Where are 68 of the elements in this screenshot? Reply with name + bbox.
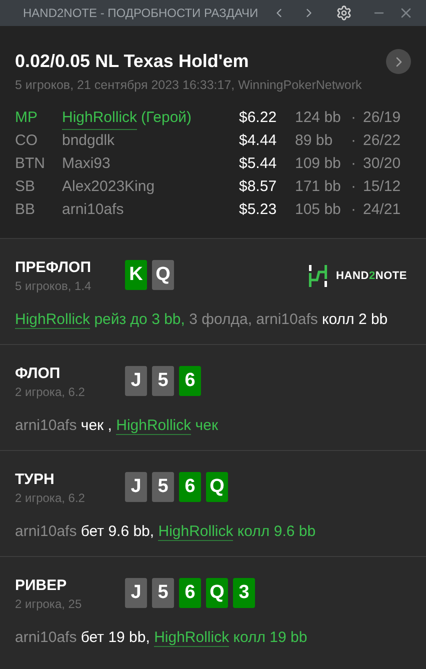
card: 3 [233, 578, 255, 608]
street-title: РИВЕР [15, 576, 68, 595]
street-title: ПРЕФЛОП [15, 258, 92, 277]
street-info: 5 игроков, 1.4 [15, 278, 92, 295]
next-hand-button[interactable] [386, 49, 411, 74]
hand-subtitle: 5 игроков, 21 сентября 2023 16:33:17, WinningPokerNetwork [15, 77, 363, 94]
card: Q [152, 260, 174, 290]
logo-text: HAND2NOTE [336, 268, 407, 284]
position-label: SB [15, 177, 36, 197]
street-actions: arni10afs бет 9.6 bb, HighRollick колл 9.6 bb [15, 522, 317, 543]
player-stats: 26/22 [363, 131, 401, 151]
stack-bb: 124 bb [295, 108, 342, 128]
street-actions: arni10afs бет 19 bb, HighRollick колл 19 bb [15, 628, 308, 649]
stack-bb: 109 bb [295, 154, 342, 174]
player-name: bndgdlk [62, 131, 115, 151]
stack-amount: $5.44 [239, 154, 278, 174]
street-actions: HighRollick рейз до 3 bb, 3 фолда, arni10afs колл 2 bb [15, 310, 389, 331]
player-stats: 30/20 [363, 154, 401, 174]
street-title: ТУРН [15, 470, 56, 489]
street-info: 2 игрока, 6.2 [15, 490, 86, 507]
position-label: BTN [15, 154, 46, 174]
separator-dot: · [351, 177, 357, 197]
separator-dot: · [351, 108, 357, 128]
card: 5 [152, 578, 174, 608]
stack-amount: $4.44 [239, 131, 278, 151]
player-stats: 15/12 [363, 177, 401, 197]
card: J [125, 578, 147, 608]
hand-title: 0.02/0.05 NL Texas Hold'em [15, 50, 249, 73]
card: J [125, 366, 147, 396]
player-link[interactable]: HighRollick [62, 106, 138, 130]
stack-amount: $8.57 [239, 177, 278, 197]
separator-dot: · [351, 154, 357, 174]
player-link[interactable]: HighRollick [15, 310, 90, 329]
settings-icon[interactable] [336, 5, 352, 21]
street-title: ФЛОП [15, 364, 62, 383]
card: Q [206, 578, 228, 608]
player-link[interactable]: HighRollick [158, 522, 234, 541]
card: 6 [179, 578, 201, 608]
card: 5 [152, 472, 174, 502]
position-label: MP [15, 108, 38, 128]
window-title: HAND2NOTE - ПОДРОБНОСТИ РАЗДАЧИ [23, 5, 258, 22]
player-link[interactable]: HighRollick [154, 628, 230, 647]
player-stats: 26/19 [363, 108, 401, 128]
street-info: 2 игрока, 6.2 [15, 384, 86, 401]
stack-amount: $5.23 [239, 200, 278, 220]
position-label: CO [15, 131, 38, 151]
stack-bb: 171 bb [295, 177, 342, 197]
card: J [125, 472, 147, 502]
hero-tag: (Герой) [141, 106, 192, 130]
stack-amount: $6.22 [239, 108, 278, 128]
street-info: 2 игрока, 25 [15, 596, 83, 613]
player-stats: 24/21 [363, 200, 401, 220]
player-name: Alex2023King [62, 177, 155, 197]
card: 6 [179, 366, 201, 396]
card: Q [206, 472, 228, 502]
stack-bb: 105 bb [295, 200, 342, 220]
card: K [125, 260, 147, 290]
separator-dot: · [351, 131, 357, 151]
logo-icon [308, 264, 328, 287]
separator-dot: · [351, 200, 357, 220]
stack-bb: 89 bb [295, 131, 334, 151]
card: 6 [179, 472, 201, 502]
street-actions: arni10afs чек , HighRollick чек [15, 416, 220, 437]
player-name: Maxi93 [62, 154, 110, 174]
player-name: arni10afs [62, 200, 124, 220]
player-link[interactable]: HighRollick [116, 416, 192, 435]
position-label: BB [15, 200, 36, 220]
card: 5 [152, 366, 174, 396]
